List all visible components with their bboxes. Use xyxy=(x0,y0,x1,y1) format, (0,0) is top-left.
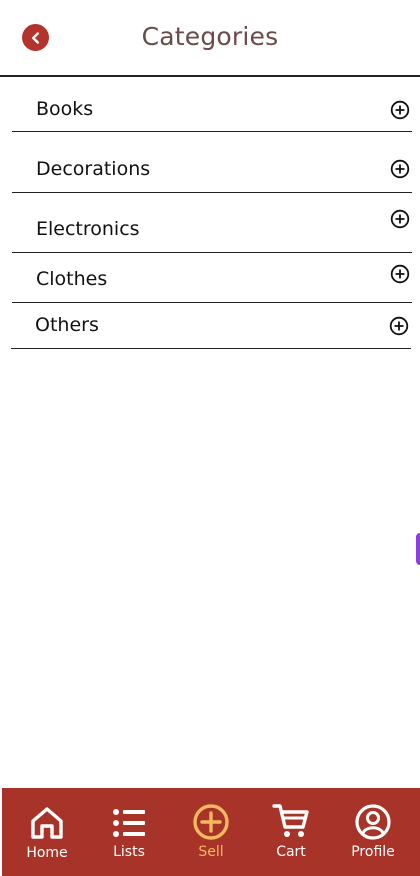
nav-label: Sell xyxy=(198,844,224,860)
divider xyxy=(12,302,412,304)
category-item-books[interactable]: Books xyxy=(12,90,412,134)
category-label: Decorations xyxy=(36,158,151,180)
plus-circle-icon[interactable] xyxy=(390,159,410,179)
category-item-clothes[interactable]: Clothes xyxy=(12,262,412,304)
plus-circle-icon[interactable] xyxy=(390,100,410,120)
category-label: Clothes xyxy=(36,268,108,290)
nav-label: Home xyxy=(26,845,68,861)
plus-circle-icon[interactable] xyxy=(389,316,409,336)
plus-circle-icon[interactable] xyxy=(390,209,410,229)
category-label: Electronics xyxy=(36,218,140,240)
list-icon xyxy=(113,809,145,837)
bottom-nav: Home Lists Sell Cart Profile xyxy=(2,788,420,876)
header: Categories xyxy=(0,0,420,77)
category-item-decorations[interactable]: Decorations xyxy=(12,150,412,194)
nav-item-sell[interactable]: Sell xyxy=(171,788,251,876)
category-item-electronics[interactable]: Electronics xyxy=(12,206,412,254)
floating-tab-handle[interactable] xyxy=(416,533,420,565)
nav-item-cart[interactable]: Cart xyxy=(251,788,331,876)
divider xyxy=(12,192,412,194)
header-divider xyxy=(0,75,420,77)
divider xyxy=(12,131,412,133)
nav-label: Profile xyxy=(351,844,395,860)
home-icon xyxy=(31,807,63,839)
nav-label: Lists xyxy=(113,844,145,860)
divider xyxy=(12,252,412,254)
category-label: Books xyxy=(36,98,94,120)
nav-label: Cart xyxy=(276,844,306,860)
category-label: Others xyxy=(35,314,99,336)
nav-item-home[interactable]: Home xyxy=(7,788,87,876)
nav-item-lists[interactable]: Lists xyxy=(89,788,169,876)
plus-circle-icon xyxy=(193,804,229,840)
nav-item-profile[interactable]: Profile xyxy=(333,788,413,876)
page-title: Categories xyxy=(141,22,279,51)
cart-icon xyxy=(272,804,309,837)
divider xyxy=(11,348,411,350)
profile-icon xyxy=(355,804,391,840)
category-item-others[interactable]: Others xyxy=(11,312,411,352)
plus-circle-icon[interactable] xyxy=(390,264,410,284)
